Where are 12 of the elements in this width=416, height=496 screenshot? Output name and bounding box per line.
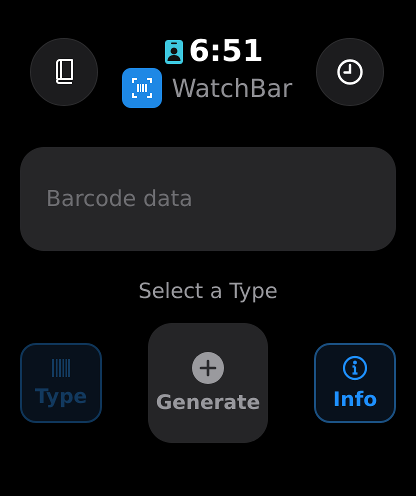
type-prompt: Select a Type [137,279,279,303]
book-icon [53,59,75,85]
barcode-input-field[interactable]: Barcode data [20,147,396,251]
clock-icon [336,58,364,86]
person-badge-icon [164,40,183,64]
info-icon [342,355,368,381]
clock-time: 6:51 [188,36,264,68]
plus-circle-icon [192,352,224,384]
app-name: WatchBar [172,74,292,102]
app-icon [122,68,162,108]
info-button[interactable]: Info [314,343,396,423]
barcode-icon [51,358,71,378]
